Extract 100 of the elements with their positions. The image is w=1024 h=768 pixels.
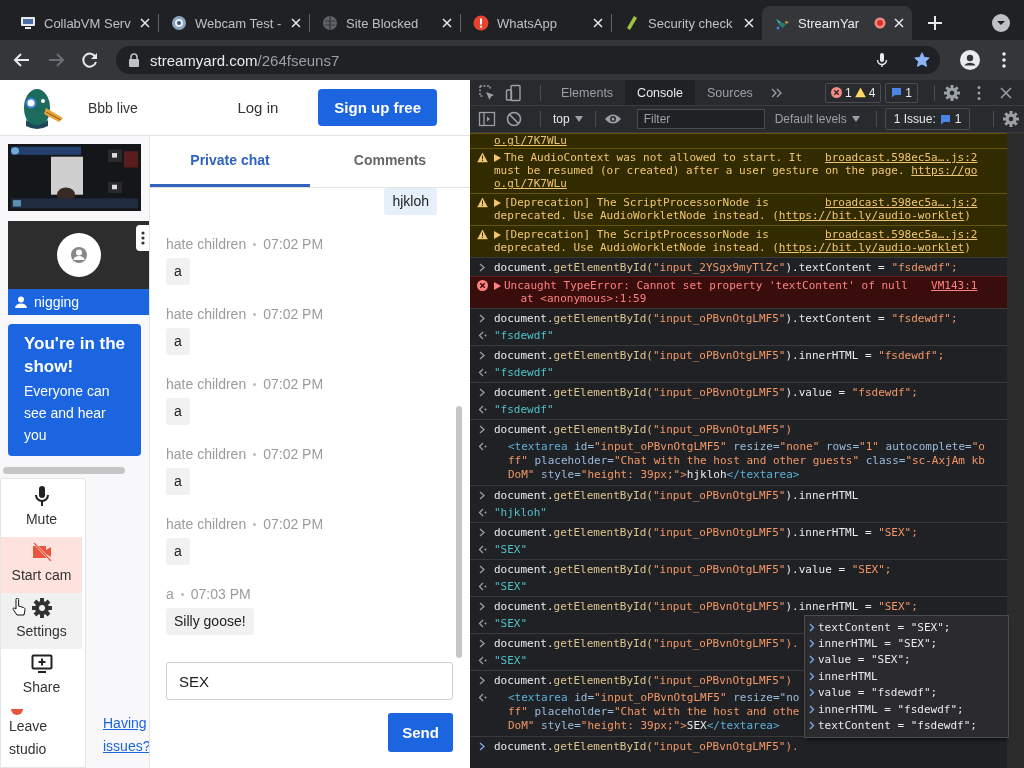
control-button[interactable]: Settings [1,593,82,649]
warning-icon [476,152,488,163]
tab-search-icon[interactable] [992,14,1010,32]
banner-text: Everyone can see and hear you [24,382,111,445]
send-button[interactable]: Send [388,713,453,752]
browser-tab[interactable]: WhatsApp [461,6,611,40]
warning-icon [854,87,866,98]
browser-tab[interactable]: Site Blocked [310,6,460,40]
command-text: document.getElementById("input_oPBvnOtgLMF5").innerHTML = "fsdewdf"; [494,349,945,362]
chat-input[interactable]: SEX [166,662,453,700]
autocomplete-item[interactable]: value = "SEX"; [805,651,1008,669]
close-icon[interactable] [291,18,301,28]
autocomplete-item[interactable]: value = "fsdewdf"; [805,684,1008,701]
message-time: 07:03 PM [190,586,251,602]
context-selector[interactable]: top [553,112,583,126]
result-icon [476,367,488,378]
expand-icon[interactable] [494,231,501,239]
close-icon[interactable] [593,18,603,28]
message-icon [891,87,903,98]
source-link[interactable]: VM143:1 [931,279,978,292]
autocomplete-item[interactable]: innerHTML = "SEX"; [805,635,1008,652]
link[interactable]: https://go [911,164,978,177]
close-icon[interactable] [140,18,150,28]
result-text: "hjkloh" [494,506,547,519]
browser-tab[interactable]: StreamYar [762,6,912,40]
source-link[interactable]: broadcast.598ec5a….js:2 [825,228,978,241]
prompt-text[interactable]: document.getElementById("input_oPBvnOtgLMF5"). [494,740,799,753]
autocomplete-item[interactable]: innerHTML = "fsdewdf"; [805,700,1008,718]
bookmark-star-icon[interactable] [914,52,930,68]
issue-counter[interactable]: 1 4 [824,82,882,103]
result-text: "fsdewdf" [494,403,554,416]
message-counter[interactable]: 1 [885,82,918,103]
settings-icon[interactable] [943,83,961,102]
markup-text: <textarea id="input_oPBvnOtgLMF5" resize="none" rows="1" autocomplete="o ff" placeholder="Chat with the host and other guests" class="sc-AxjAm kb DoM" style="height: 39px;">hjkloh</textarea> [507,440,985,482]
link[interactable]: o.gl/7K7WLu [494,134,567,147]
chat-tab[interactable]: Private chat [150,136,310,187]
message-time: 07:02 PM [263,376,324,392]
control-button[interactable]: Start cam [1,537,82,593]
reload-button[interactable] [80,50,100,70]
separator-dot [253,312,257,316]
browser-tab[interactable]: Webcam Test - [159,6,309,40]
microphone-icon[interactable] [874,52,890,68]
more-icon [141,231,145,245]
address-bar[interactable]: streamyard.com/264fseuns7 [116,46,940,74]
browser-tab[interactable]: CollabVM Serv [8,6,158,40]
devtools-tab[interactable]: Console [625,80,695,105]
separator-dot [253,522,257,526]
close-icon[interactable] [442,18,452,28]
globe-icon [322,15,338,31]
url-path: /264fseuns7 [257,51,340,69]
scrollbar[interactable] [1007,133,1024,768]
share-screen-icon [30,653,53,675]
banner-title: You're in the show! [24,333,126,378]
chat-message: a [166,398,190,425]
settings-icon[interactable] [1002,110,1020,128]
link[interactable]: https://bit.ly/audio-worklet [778,241,965,254]
devtools-tab[interactable]: Sources [695,80,765,105]
sidebar-icon[interactable] [478,110,496,128]
source-link[interactable]: broadcast.598ec5a….js:2 [825,151,978,164]
link[interactable]: https://bit.ly/audio-worklet [778,209,965,222]
login-link[interactable]: Log in [237,99,279,116]
inspect-icon[interactable] [478,83,496,102]
message-count: 1 [905,85,912,100]
link[interactable]: o.gl/7K7WLu [494,177,567,190]
more-tabs-icon[interactable] [770,87,783,98]
scrollbar[interactable] [3,467,125,474]
clear-console-icon[interactable] [505,110,523,128]
autocomplete-item[interactable]: innerHTML [805,668,1008,685]
separator-dot [253,242,257,246]
source-link[interactable]: broadcast.598ec5a….js:2 [825,196,978,209]
error-count: 1 [844,85,852,100]
control-button[interactable]: Mute [1,481,82,537]
person-icon [15,296,27,308]
new-tab-icon[interactable] [928,16,942,30]
expand-icon[interactable] [494,282,501,290]
chat-tab[interactable]: Comments [310,136,470,187]
result-icon [476,330,488,341]
signup-button[interactable]: Sign up free [318,89,437,126]
close-icon[interactable] [744,18,754,28]
control-button[interactable]: Share [1,649,82,705]
issues-button[interactable]: 1 Issue: 1 [884,108,971,130]
autocomplete-item[interactable]: textContent = "SEX"; [805,619,1008,636]
device-toolbar-icon[interactable] [505,83,523,102]
result-icon [476,581,488,592]
command-text: document.getElementById("input_2YSgx9myTlZc").textContent = "fsdewdf"; [494,261,958,274]
profile-icon[interactable] [960,50,980,70]
more-button[interactable] [136,225,149,251]
levels-dropdown[interactable]: Default levels [774,112,860,126]
scrollbar[interactable] [456,406,462,658]
filter-field[interactable]: Filter [636,109,765,129]
control-button[interactable]: Leave studio [1,705,71,761]
devtools-tab[interactable]: Elements [549,80,626,105]
expand-icon[interactable] [494,154,501,162]
browser-tab[interactable]: Security check [612,6,762,40]
message-time: 07:02 PM [263,516,324,532]
message-author: hate children [166,376,247,392]
command-text: document.getElementById("input_oPBvnOtgLMF5").value = "SEX"; [494,563,892,576]
close-icon[interactable] [894,18,904,28]
expand-icon[interactable] [494,199,501,207]
autocomplete-item[interactable]: textContent = "fsdewdf"; [805,717,1008,734]
